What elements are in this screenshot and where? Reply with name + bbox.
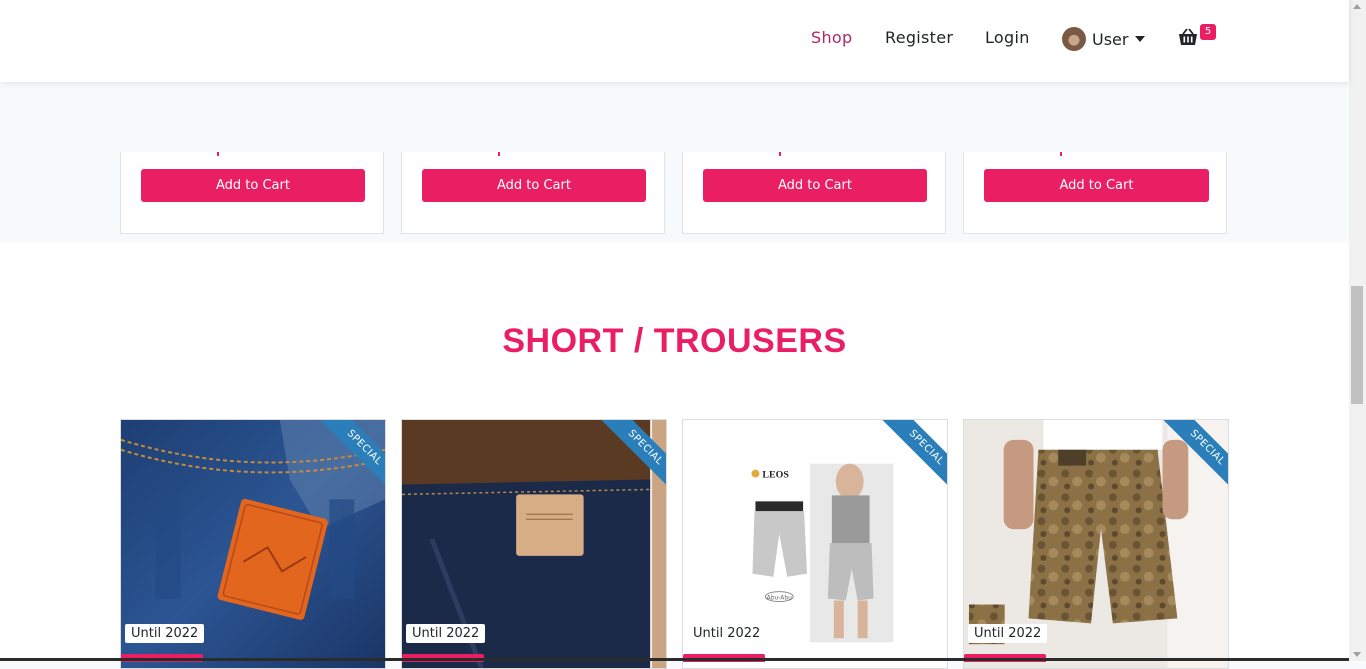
size-tag: Abu-Abu	[767, 595, 792, 602]
user-avatar	[1062, 27, 1086, 51]
nav-login-link[interactable]: Login	[985, 28, 1030, 47]
until-label: Until 2022	[406, 624, 486, 643]
chevron-down-icon	[1135, 36, 1146, 42]
price-fragment	[779, 152, 781, 156]
featured-products-section: Add to Cart Add to Cart Add to Cart Add …	[0, 82, 1349, 243]
price-fragment	[217, 152, 219, 156]
add-to-cart-button[interactable]: Add to Cart	[422, 169, 646, 202]
add-to-cart-button[interactable]: Add to Cart	[141, 169, 365, 202]
price-fragment	[498, 152, 500, 156]
section-title: SHORT / TROUSERS	[502, 322, 847, 360]
special-ribbon-label: SPECIAL	[1153, 420, 1228, 495]
product-card-3[interactable]: LEOS Abu-Abu SPECIAL Until 2022	[682, 419, 948, 669]
add-to-cart-button[interactable]: Add to Cart	[984, 169, 1209, 202]
special-ribbon: SPECIAL	[871, 420, 947, 495]
until-label: Until 2022	[687, 624, 767, 643]
scroll-up-arrow-icon[interactable]	[1353, 4, 1361, 9]
navbar: Shop Register Login User 5	[0, 0, 1349, 82]
special-ribbon: SPECIAL	[1152, 420, 1228, 495]
until-label: Until 2022	[125, 624, 205, 643]
scrollbar-thumb[interactable]	[1351, 286, 1363, 404]
price-fragment	[1060, 152, 1062, 156]
page-scrollbar[interactable]	[1349, 0, 1366, 661]
product-card-4[interactable]: SPECIAL Until 2022	[963, 419, 1229, 669]
product-card: Add to Cart	[963, 152, 1227, 234]
shopping-basket-icon[interactable]	[1178, 28, 1198, 46]
special-ribbon-label: SPECIAL	[310, 420, 385, 495]
product-card-1[interactable]: SPECIAL Until 2022	[120, 419, 386, 669]
until-label: Until 2022	[968, 624, 1048, 643]
special-ribbon-label: SPECIAL	[872, 420, 947, 495]
nav-register-link[interactable]: Register	[885, 28, 953, 47]
product-card: Add to Cart	[120, 152, 384, 234]
special-ribbon: SPECIAL	[309, 420, 385, 495]
nav-shop-link[interactable]: Shop	[811, 28, 852, 47]
scroll-down-arrow-icon[interactable]	[1353, 652, 1361, 657]
product-card: Add to Cart	[682, 152, 946, 234]
product-card-2[interactable]: SPECIAL Until 2022	[401, 419, 667, 669]
brand-label: LEOS	[762, 470, 789, 481]
cart-count-badge: 5	[1200, 24, 1216, 40]
add-to-cart-button[interactable]: Add to Cart	[703, 169, 927, 202]
product-card: Add to Cart	[401, 152, 665, 234]
user-label: User	[1092, 29, 1129, 49]
user-dropdown[interactable]: User	[1062, 27, 1146, 51]
special-ribbon-label: SPECIAL	[591, 420, 666, 495]
special-ribbon: SPECIAL	[590, 420, 666, 495]
